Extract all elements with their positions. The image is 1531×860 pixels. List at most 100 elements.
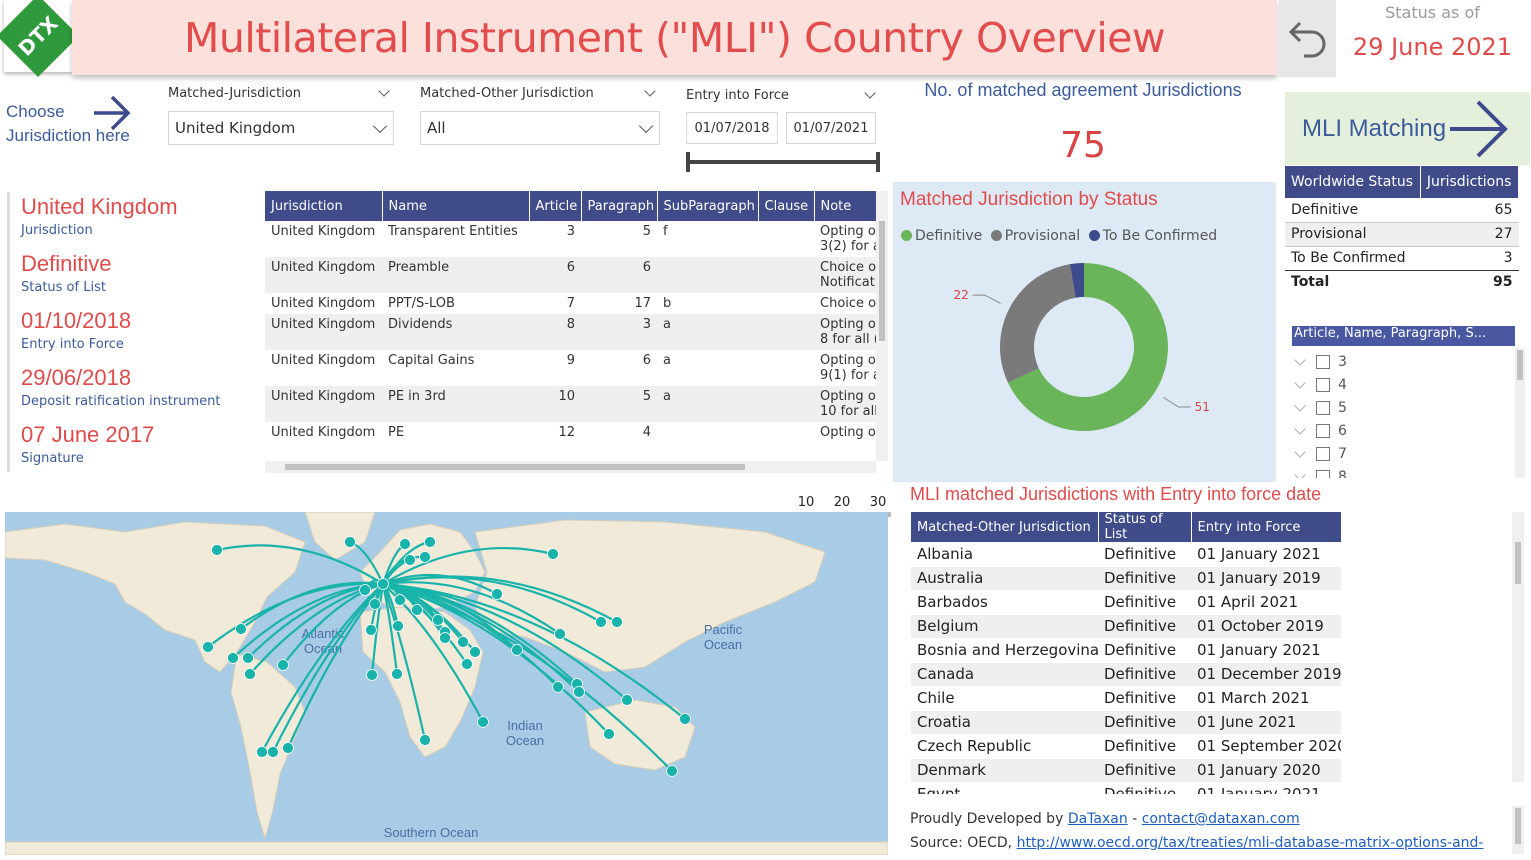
slider-handle-left[interactable] xyxy=(686,152,690,172)
map-point[interactable] xyxy=(392,620,404,632)
col-entry-into-force[interactable]: Entry into Force xyxy=(1191,512,1341,542)
map-point[interactable] xyxy=(595,616,607,628)
slicer-item[interactable]: 7 xyxy=(1290,442,1510,465)
table-row[interactable]: Egypt Definitive 01 January 2021 xyxy=(911,782,1341,794)
table-row[interactable]: Barbados Definitive 01 April 2021 xyxy=(911,590,1341,615)
col-name[interactable]: Name xyxy=(382,191,530,221)
table-row[interactable]: To Be Confirmed 3 xyxy=(1285,246,1519,271)
date-from-input[interactable]: 01/07/2018 xyxy=(686,112,778,144)
map-point[interactable] xyxy=(277,659,289,671)
col-jurisdictions[interactable]: Jurisdictions xyxy=(1420,166,1520,198)
map-point[interactable] xyxy=(419,734,431,746)
article-slicer-scrollbar[interactable] xyxy=(1515,348,1525,478)
map-point[interactable] xyxy=(666,765,678,777)
map-point[interactable] xyxy=(469,646,481,658)
status-donut-chart[interactable]: 51222 xyxy=(893,262,1276,482)
col-matched-other[interactable]: Matched-Other Jurisdiction xyxy=(911,512,1099,542)
col-subparagraph[interactable]: SubParagraph xyxy=(657,191,759,221)
map-point[interactable] xyxy=(344,536,356,548)
checkbox[interactable] xyxy=(1316,377,1330,392)
table-row[interactable]: Denmark Definitive 01 January 2020 xyxy=(911,758,1341,783)
legend-tbc[interactable]: To Be Confirmed xyxy=(1088,228,1217,244)
oecd-link[interactable]: http://www.oecd.org/tax/treaties/mli-dat… xyxy=(1017,835,1484,851)
table-row[interactable]: Canada Definitive 01 December 2019 xyxy=(911,662,1341,687)
table-row[interactable]: Provisional 27 xyxy=(1285,222,1519,247)
map-point[interactable] xyxy=(547,548,559,560)
map-point[interactable] xyxy=(491,588,503,600)
map-point[interactable] xyxy=(256,746,268,758)
slicer-item[interactable]: 8 xyxy=(1290,465,1510,478)
col-jurisdiction[interactable]: Jurisdiction xyxy=(265,191,383,221)
map-point[interactable] xyxy=(211,544,223,556)
legend-provisional[interactable]: Provisional xyxy=(990,228,1080,244)
map-point[interactable] xyxy=(461,658,473,670)
checkbox[interactable] xyxy=(1316,400,1330,415)
map-point[interactable] xyxy=(411,604,423,616)
slicer-item[interactable]: 4 xyxy=(1290,373,1510,396)
mli-matching-button[interactable]: MLI Matching xyxy=(1285,92,1530,165)
expand-chevron-icon[interactable] xyxy=(1294,468,1306,478)
map-point[interactable] xyxy=(227,652,239,664)
table-row[interactable]: Croatia Definitive 01 June 2021 xyxy=(911,710,1341,735)
map-canvas[interactable]: Atlantic Ocean Pacific Ocean Indian Ocean S… xyxy=(5,512,888,855)
map-point[interactable] xyxy=(573,686,585,698)
datax-link[interactable]: DaTaxan xyxy=(1068,811,1128,827)
chevron-down-icon[interactable] xyxy=(864,86,876,99)
map-point[interactable] xyxy=(439,632,451,644)
map-point[interactable] xyxy=(611,616,623,628)
col-clause[interactable]: Clause xyxy=(758,191,815,221)
map-point[interactable] xyxy=(365,624,377,636)
expand-chevron-icon[interactable] xyxy=(1294,422,1306,435)
expand-chevron-icon[interactable] xyxy=(1294,376,1306,389)
expand-chevron-icon[interactable] xyxy=(1294,445,1306,458)
map-point[interactable] xyxy=(394,594,406,606)
table-row[interactable]: Australia Definitive 01 January 2019 xyxy=(911,566,1341,591)
expand-chevron-icon[interactable] xyxy=(1294,399,1306,412)
col-note[interactable]: Note xyxy=(814,191,877,221)
table-row[interactable]: United Kingdom PE in 3rd 10 5 a Opting o 10 fo… xyxy=(265,386,876,422)
map-point[interactable] xyxy=(202,641,214,653)
chevron-down-icon[interactable] xyxy=(644,84,656,97)
map-point[interactable] xyxy=(621,694,633,706)
table-row[interactable]: United Kingdom Capital Gains 9 6 a Opting o 9(… xyxy=(265,350,876,386)
map-point[interactable] xyxy=(244,668,256,680)
provisions-hscrollbar[interactable] xyxy=(265,461,876,473)
matched-jurisdiction-dropdown[interactable]: United Kingdom xyxy=(168,111,394,145)
table-row[interactable]: Definitive 65 xyxy=(1285,198,1519,223)
slicer-item[interactable]: 6 xyxy=(1290,419,1510,442)
slicer-item[interactable]: 3 xyxy=(1290,350,1510,373)
table-row[interactable]: United Kingdom PPT/S-LOB 7 17 b Choice o xyxy=(265,293,876,314)
table-row[interactable]: Albania Definitive 01 January 2021 xyxy=(911,542,1341,567)
chevron-down-icon[interactable] xyxy=(1511,326,1515,346)
map-point[interactable] xyxy=(366,669,378,681)
map-point[interactable] xyxy=(457,636,469,648)
map-point[interactable] xyxy=(511,644,523,656)
map-point[interactable] xyxy=(377,578,389,590)
legend-definitive[interactable]: Definitive xyxy=(901,228,982,244)
checkbox[interactable] xyxy=(1316,423,1330,438)
map-point[interactable] xyxy=(399,538,411,550)
article-slicer-header[interactable]: Article, Name, Paragraph, S... xyxy=(1292,326,1515,346)
back-button[interactable] xyxy=(1279,0,1336,77)
table-row[interactable]: Czech Republic Definitive 01 September 202… xyxy=(911,734,1341,759)
matched-other-dropdown[interactable]: All xyxy=(420,111,660,145)
map-point[interactable] xyxy=(603,728,615,740)
donut-slice-provisional[interactable] xyxy=(1000,264,1076,383)
date-to-input[interactable]: 01/07/2021 xyxy=(786,112,876,144)
email-link[interactable]: contact@dataxan.com xyxy=(1142,811,1300,827)
map-point[interactable] xyxy=(282,742,294,754)
slicer-item[interactable]: 5 xyxy=(1290,396,1510,419)
col-worldwide-status[interactable]: Worldwide Status xyxy=(1285,166,1421,198)
provisions-vscrollbar[interactable] xyxy=(876,191,888,461)
slider-handle-right[interactable] xyxy=(876,152,880,172)
world-map[interactable]: Atlantic Ocean Pacific Ocean Indian Ocean S… xyxy=(5,512,888,855)
table-row[interactable]: United Kingdom Preamble 6 6 Choice o Notifica… xyxy=(265,257,876,293)
map-point[interactable] xyxy=(554,628,566,640)
checkbox[interactable] xyxy=(1316,469,1330,478)
checkbox[interactable] xyxy=(1316,354,1330,369)
map-point[interactable] xyxy=(359,584,371,596)
map-point[interactable] xyxy=(419,551,431,563)
col-status-of-list[interactable]: Status of List xyxy=(1098,512,1192,542)
table-row[interactable]: Belgium Definitive 01 October 2019 xyxy=(911,614,1341,639)
map-point[interactable] xyxy=(404,554,416,566)
